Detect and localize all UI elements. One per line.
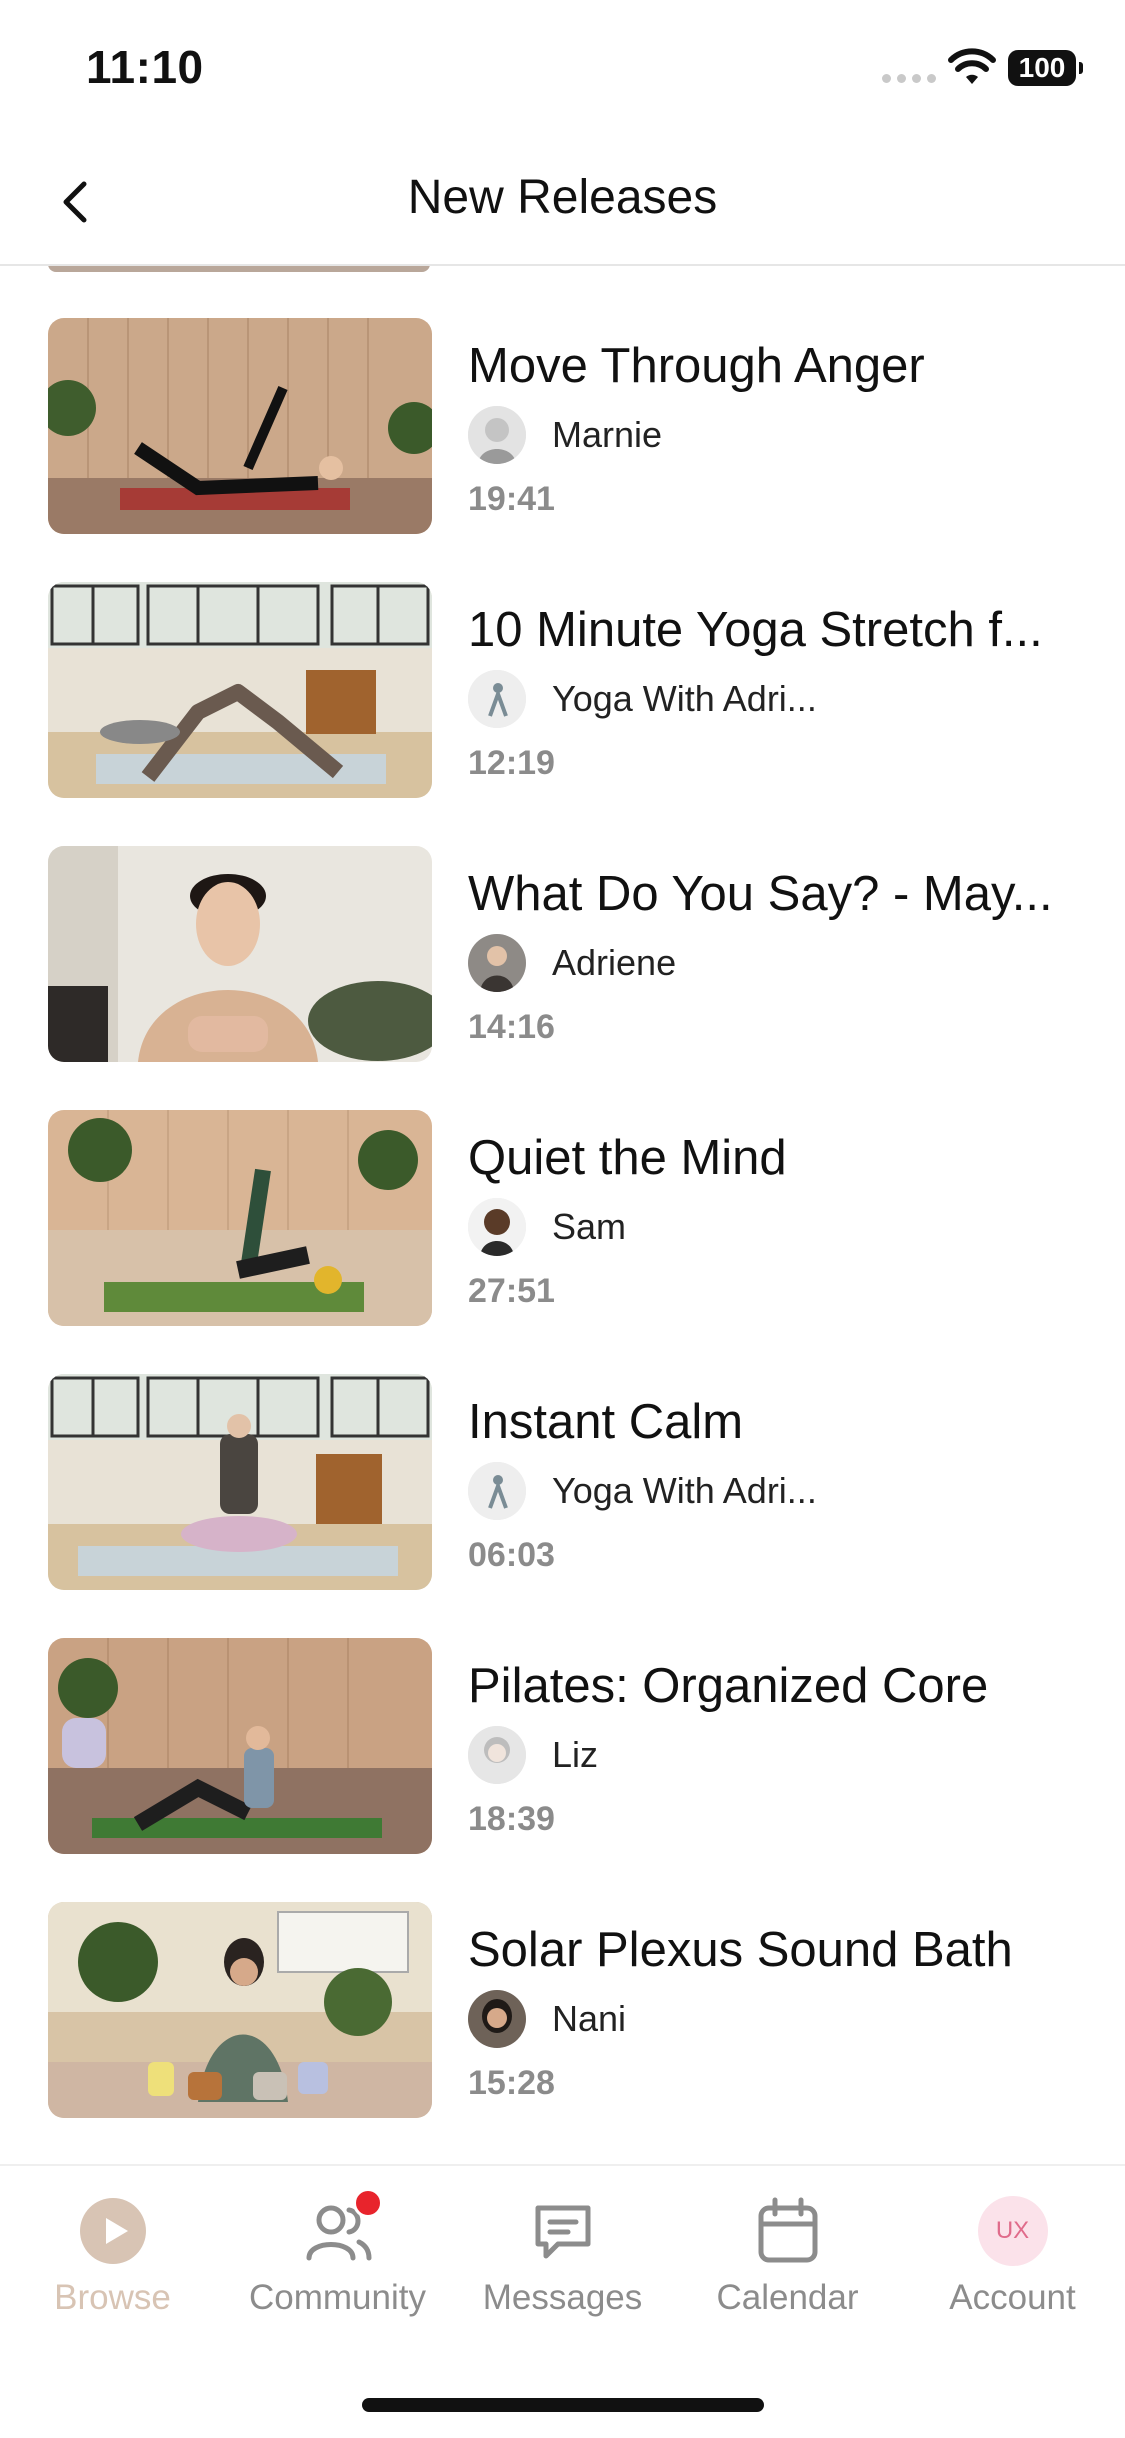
instructor-name: Sam — [552, 1206, 627, 1247]
tab-messages[interactable]: Messages — [450, 2196, 675, 2336]
page-title: New Releases — [407, 171, 718, 224]
video-thumbnail[interactable] — [48, 846, 432, 1062]
instructor: Yoga With Adri... — [468, 1460, 817, 1522]
video-duration: 27:51 — [468, 1272, 555, 1310]
video-duration: 12:19 — [468, 744, 555, 782]
home-indicator[interactable] — [362, 2398, 764, 2412]
video-duration: 14:16 — [468, 1008, 555, 1046]
video-row[interactable]: Instant Calm Yoga With Adri... 06:03 — [0, 1374, 1125, 1594]
tab-bar: Browse Community Messages Calendar UX Ac… — [0, 2164, 1125, 2438]
tab-label: Calendar — [716, 2278, 859, 2317]
tab-account[interactable]: UX Account — [900, 2196, 1125, 2336]
video-title: Move Through Anger — [468, 339, 925, 393]
video-thumbnail[interactable] — [48, 582, 432, 798]
avatar — [468, 670, 526, 728]
instructor: Sam — [468, 1196, 626, 1258]
status-time: 11:10 — [86, 41, 204, 93]
wifi-icon — [948, 48, 996, 84]
instructor-name: Adriene — [552, 942, 677, 983]
video-thumbnail[interactable] — [48, 1902, 432, 2118]
video-row[interactable]: Move Through Anger Marnie 19:41 — [0, 318, 1125, 538]
video-row[interactable]: 10 Minute Yoga Stretch f... Yoga With Ad… — [0, 582, 1125, 802]
account-avatar: UX — [977, 2196, 1048, 2266]
navigation-bar: New Releases — [0, 140, 1125, 266]
play-icon — [78, 2196, 148, 2266]
instructor-name: Nani — [552, 1998, 627, 2039]
battery-icon: 100 — [1008, 50, 1083, 86]
video-duration: 15:28 — [468, 2064, 555, 2102]
avatar — [468, 934, 526, 992]
avatar: UX — [977, 2196, 1048, 2266]
instructor: Liz — [468, 1724, 598, 1786]
avatar — [468, 1462, 526, 1520]
tab-community[interactable]: Community — [225, 2188, 450, 2336]
video-title: Solar Plexus Sound Bath — [468, 1923, 1013, 1977]
tab-browse[interactable]: Browse — [0, 2196, 225, 2336]
tab-label: Community — [249, 2278, 426, 2317]
video-title: 10 Minute Yoga Stretch f... — [468, 603, 1043, 657]
people-icon — [303, 2188, 383, 2266]
video-thumbnail[interactable] — [48, 1374, 432, 1590]
calendar-icon — [753, 2196, 823, 2266]
avatar — [468, 1198, 526, 1256]
video-title: Instant Calm — [468, 1395, 744, 1449]
video-duration: 18:39 — [468, 1800, 555, 1838]
message-icon — [528, 2196, 598, 2266]
status-bar: 11:10 100 — [0, 0, 1125, 140]
video-row[interactable]: Quiet the Mind Sam 27:51 — [0, 1110, 1125, 1330]
notification-badge — [352, 2188, 383, 2218]
video-title: Quiet the Mind — [468, 1131, 787, 1185]
video-thumbnail[interactable] — [48, 1638, 432, 1854]
tab-label: Account — [949, 2278, 1076, 2317]
video-thumbnail[interactable] — [48, 318, 432, 534]
tab-label: Messages — [482, 2278, 643, 2317]
tab-label: Browse — [54, 2278, 171, 2317]
instructor: Yoga With Adri... — [468, 668, 817, 730]
instructor-name: Liz — [552, 1734, 599, 1775]
video-title: Pilates: Organized Core — [468, 1659, 989, 1713]
video-row[interactable]: Solar Plexus Sound Bath Nani 15:28 — [0, 1902, 1125, 2122]
instructor: Adriene — [468, 932, 676, 994]
avatar — [468, 406, 526, 464]
avatar — [468, 1990, 526, 2048]
tab-calendar[interactable]: Calendar — [675, 2196, 900, 2336]
cellular-signal-icon — [882, 74, 936, 83]
video-thumbnail[interactable] — [48, 1110, 432, 1326]
video-row[interactable]: What Do You Say? - May... Adriene 14:16 — [0, 846, 1125, 1066]
video-row[interactable]: Pilates: Organized Core Liz 18:39 — [0, 1638, 1125, 1858]
instructor-name: Yoga With Adri... — [552, 678, 817, 719]
instructor-name: Marnie — [552, 414, 663, 455]
video-duration: 19:41 — [468, 480, 555, 518]
video-title: What Do You Say? - May... — [468, 867, 1053, 921]
instructor-name: Yoga With Adri... — [552, 1470, 817, 1511]
avatar — [468, 1726, 526, 1784]
instructor: Nani — [468, 1988, 626, 2050]
instructor: Marnie — [468, 404, 662, 466]
video-duration: 06:03 — [468, 1536, 555, 1574]
